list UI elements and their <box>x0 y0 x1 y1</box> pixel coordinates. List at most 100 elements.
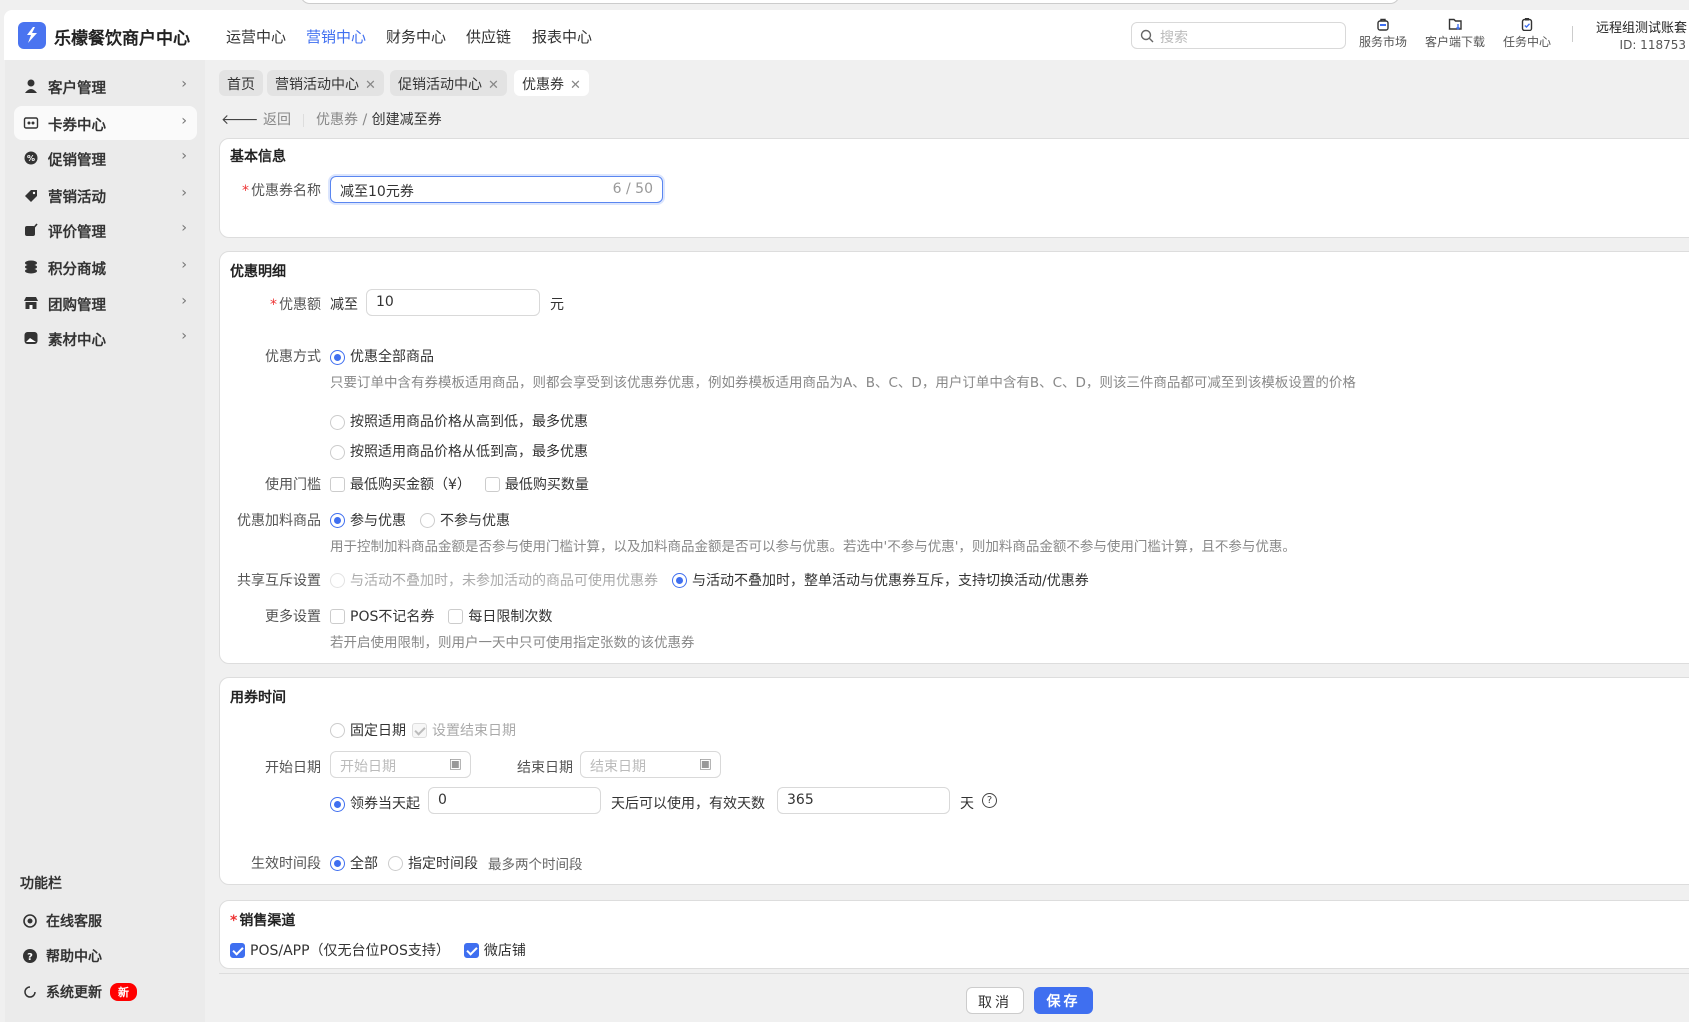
close-icon[interactable]: ✕ <box>365 78 376 93</box>
checkbox[interactable] <box>230 942 245 958</box>
min-amount-checkbox[interactable]: 最低购买金额（¥） <box>330 474 471 494</box>
fixed-date-radio[interactable]: 固定日期 <box>330 720 406 740</box>
online-support-link[interactable]: 在线客服 <box>22 911 102 931</box>
option-label: 与活动不叠加时，未参加活动的商品可使用优惠券 <box>350 573 658 589</box>
label-text: 优惠额 <box>279 297 321 313</box>
channel-micro-store-checkbox[interactable]: 微店铺 <box>463 940 526 960</box>
search-icon <box>1140 29 1154 43</box>
addon-not-participate-radio[interactable]: 不参与优惠 <box>420 510 510 530</box>
browser-frame-edge <box>300 0 1400 4</box>
option-label: 设置结束日期 <box>432 723 516 739</box>
option-label: 与活动不叠加时，整单活动与优惠券互斥，支持切换活动/优惠券 <box>692 573 1089 589</box>
amount-input[interactable]: 10 <box>366 289 540 316</box>
radio[interactable] <box>330 349 345 365</box>
help-icon: ? <box>23 949 37 963</box>
sidebar-item-promotion[interactable]: % 促销管理 › <box>14 141 197 175</box>
radio[interactable] <box>330 855 345 871</box>
amount-unit: 元 <box>550 297 564 313</box>
database-icon <box>25 260 37 274</box>
radio[interactable] <box>672 572 687 588</box>
nav-finance[interactable]: 财务中心 <box>386 26 446 47</box>
svg-text:?: ? <box>27 952 33 963</box>
more-settings-description: 若开启使用限制，则用户一天中只可使用指定张数的该优惠券 <box>330 635 695 651</box>
daily-limit-checkbox[interactable]: 每日限制次数 <box>448 606 552 626</box>
breadcrumb-parent[interactable]: 优惠券 <box>316 112 358 128</box>
account-name[interactable]: 远程组测试账套 <box>1596 17 1687 36</box>
task-center-button[interactable]: 任务中心 <box>1487 17 1567 50</box>
close-icon[interactable]: ✕ <box>488 78 499 93</box>
option-label: 最低购买金额（¥） <box>350 477 471 493</box>
service-market-label: 服务市场 <box>1358 35 1407 49</box>
help-tooltip-icon[interactable]: ? <box>982 793 997 808</box>
sidebar-item-customer[interactable]: 客户管理 › <box>14 69 197 103</box>
tab-promotion-center[interactable]: 促销活动中心 ✕ <box>390 70 507 96</box>
checkbox[interactable] <box>484 476 500 492</box>
more-settings-label: 更多设置 <box>265 609 321 625</box>
min-quantity-checkbox[interactable]: 最低购买数量 <box>484 474 589 494</box>
radio[interactable] <box>330 796 345 812</box>
period-custom-radio[interactable]: 指定时间段 <box>388 853 478 873</box>
coupon-name-input[interactable]: 减至10元券 6 / 50 <box>330 176 663 203</box>
chevron-right-icon: › <box>181 328 187 344</box>
client-download-button[interactable]: 客户端下载 <box>1415 17 1495 50</box>
nav-operations[interactable]: 运营中心 <box>226 26 286 47</box>
back-link[interactable]: 🡐 返回 <box>221 112 291 128</box>
close-icon[interactable]: ✕ <box>570 78 581 93</box>
search-input[interactable]: 搜索 <box>1131 22 1346 49</box>
checkbox[interactable] <box>330 476 345 492</box>
end-date-picker[interactable]: 结束日期 ▣ <box>580 751 721 778</box>
nav-supply-chain[interactable]: 供应链 <box>466 26 511 47</box>
option-label: 最低购买数量 <box>504 477 589 493</box>
channel-pos-app-checkbox[interactable]: POS/APP（仅无台位POS支持） <box>230 940 450 960</box>
service-market-button[interactable]: 服务市场 <box>1343 17 1423 50</box>
option-label: 固定日期 <box>350 723 406 739</box>
mode-description: 只要订单中含有券模板适用商品，则都会享受到该优惠券优惠，例如券模板适用商品为A、… <box>330 375 1356 391</box>
label-text: 优惠券名称 <box>251 183 321 199</box>
valid-days-input[interactable]: 365 <box>777 787 950 814</box>
tag-icon <box>25 190 37 202</box>
task-center-label: 任务中心 <box>1502 35 1551 49</box>
sidebar-item-card-coupon[interactable]: 卡券中心 › <box>14 106 197 140</box>
sidebar-item-review[interactable]: 评价管理 › <box>14 213 197 247</box>
sidebar-item-points-mall[interactable]: 积分商城 › <box>14 250 197 284</box>
divider <box>303 113 304 127</box>
coupon-card-icon <box>23 117 39 129</box>
radio[interactable] <box>330 414 345 430</box>
checkbox[interactable] <box>448 608 464 624</box>
start-after-days-input[interactable]: 0 <box>428 787 601 814</box>
addon-description: 用于控制加料商品金额是否参与使用门槛计算，以及加料商品金额是否可以参与优惠。若选… <box>330 539 1296 555</box>
radio[interactable] <box>388 855 403 871</box>
relative-date-radio[interactable]: 领券当天起 <box>330 793 420 813</box>
cancel-button[interactable]: 取消 <box>966 987 1024 1014</box>
save-button[interactable]: 保存 <box>1034 987 1093 1014</box>
radio[interactable] <box>420 512 435 528</box>
help-center-link[interactable]: ? 帮助中心 <box>22 946 102 966</box>
mode-option-high-to-low[interactable]: 按照适用商品价格从高到低，最多优惠 <box>330 411 588 431</box>
tab-marketing-center[interactable]: 营销活动中心 ✕ <box>267 70 384 96</box>
start-date-picker[interactable]: 开始日期 ▣ <box>330 751 471 778</box>
period-all-radio[interactable]: 全部 <box>330 853 378 873</box>
radio <box>330 572 345 588</box>
tab-home[interactable]: 首页 <box>219 70 263 96</box>
threshold-options: 最低购买金额（¥） 最低购买数量 <box>330 474 603 494</box>
app-title: 乐檬餐饮商户中心 <box>54 29 190 49</box>
tab-coupon[interactable]: 优惠券 ✕ <box>514 70 589 96</box>
app-logo[interactable] <box>18 22 46 49</box>
system-update-link[interactable]: 系统更新新 <box>22 982 137 1002</box>
radio[interactable] <box>330 444 345 460</box>
option-label: 领券当天起 <box>350 796 420 812</box>
mode-option-all[interactable]: 优惠全部商品 <box>330 346 434 366</box>
radio[interactable] <box>330 722 345 738</box>
nav-reports[interactable]: 报表中心 <box>532 26 592 47</box>
radio[interactable] <box>330 512 345 528</box>
set-end-date-checkbox: 设置结束日期 <box>412 720 516 740</box>
addon-participate-radio[interactable]: 参与优惠 <box>330 510 406 530</box>
checkbox[interactable] <box>330 608 345 624</box>
mode-option-low-to-high[interactable]: 按照适用商品价格从低到高，最多优惠 <box>330 441 588 461</box>
checkbox[interactable] <box>463 942 479 958</box>
pos-anonymous-checkbox[interactable]: POS不记名券 <box>330 606 434 626</box>
share-option-exclusive[interactable]: 与活动不叠加时，整单活动与优惠券互斥，支持切换活动/优惠券 <box>672 570 1089 590</box>
clipboard-check-icon <box>1521 18 1533 31</box>
start-date-label: 开始日期 <box>265 760 321 776</box>
nav-marketing[interactable]: 营销中心 <box>306 26 366 47</box>
